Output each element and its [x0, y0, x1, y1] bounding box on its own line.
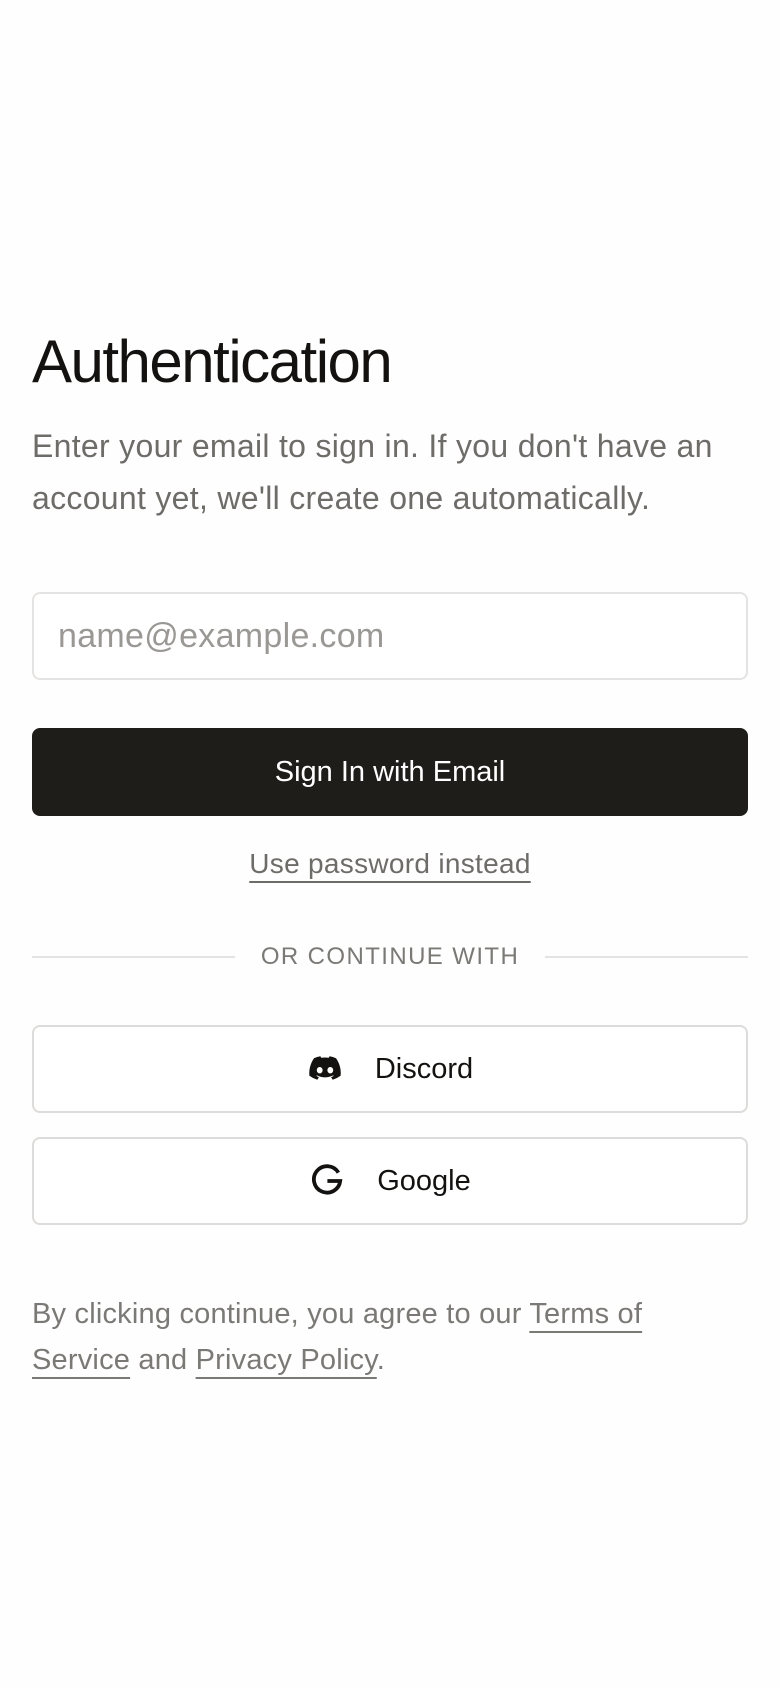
- google-icon: [309, 1163, 345, 1199]
- legal-notice: By clicking continue, you agree to our T…: [32, 1291, 732, 1383]
- auth-panel: Authentication Enter your email to sign …: [32, 326, 749, 1383]
- legal-and: and: [130, 1344, 196, 1376]
- or-continue-divider: OR CONTINUE WITH: [32, 939, 749, 975]
- discord-label: Discord: [374, 1053, 474, 1085]
- password-link-row: Use password instead: [32, 844, 748, 889]
- divider-line-left: [32, 956, 235, 958]
- page-title: Authentication: [32, 328, 393, 395]
- sign-in-with-email-button[interactable]: Sign In with Email: [32, 728, 748, 816]
- google-button[interactable]: Google: [32, 1137, 748, 1225]
- legal-suffix: .: [376, 1344, 386, 1376]
- google-label: Google: [377, 1165, 471, 1197]
- discord-icon: [307, 1051, 343, 1087]
- legal-prefix: By clicking continue, you agree to our: [32, 1298, 530, 1330]
- privacy-policy-link[interactable]: Privacy Policy: [196, 1344, 377, 1376]
- page-subtitle: Enter your email to sign in. If you don'…: [32, 428, 713, 516]
- divider-label: OR CONTINUE WITH: [260, 943, 520, 970]
- discord-button[interactable]: Discord: [32, 1025, 748, 1113]
- use-password-link[interactable]: Use password instead: [249, 848, 530, 879]
- divider-line-right: [545, 956, 749, 958]
- email-input[interactable]: [32, 592, 748, 680]
